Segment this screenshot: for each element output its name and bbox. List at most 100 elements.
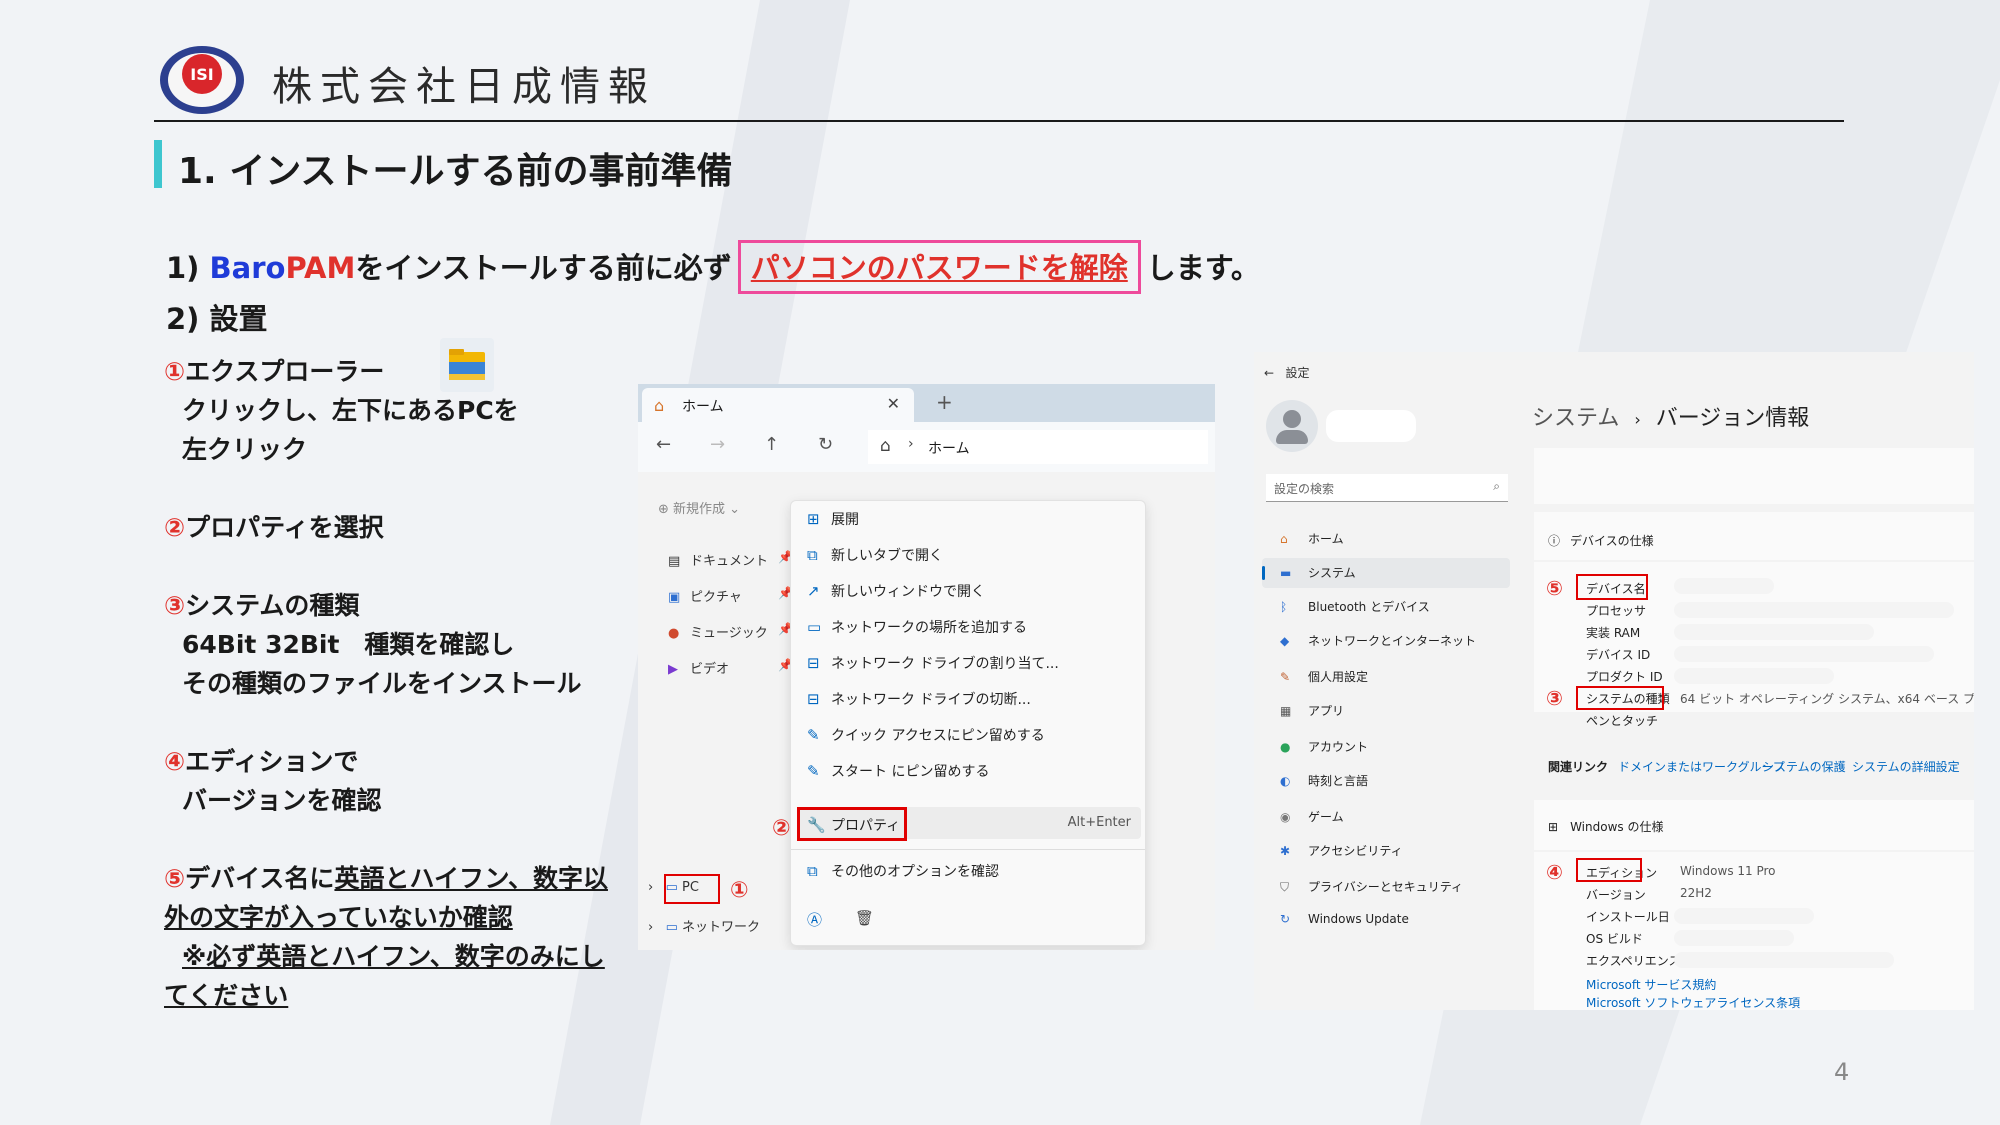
apps-icon: ▦: [1280, 704, 1292, 718]
back-arrow-icon[interactable]: ←: [656, 434, 671, 455]
menu-rename[interactable]: Ⓐ: [807, 909, 831, 930]
menu-new-tab[interactable]: ⧉ 新しいタブで開く: [807, 545, 943, 565]
nav-privacy[interactable]: ⛉ プライバシーとセキュリティ: [1280, 878, 1463, 895]
refresh-icon[interactable]: ↻: [818, 434, 833, 455]
label-ram: 実装 RAM: [1586, 626, 1641, 640]
nav-apps[interactable]: ▦ アプリ: [1280, 702, 1344, 719]
nav-pictures[interactable]: ▣ ピクチャ 📌: [668, 586, 793, 605]
wifi-icon: ◆: [1280, 634, 1290, 648]
nav-gaming[interactable]: ◉ ゲーム: [1280, 808, 1344, 825]
menu-new-window[interactable]: ↗ 新しいウィンドウで開く: [807, 581, 985, 601]
explorer-tabbar: ⌂ ホーム ✕ +: [638, 384, 1215, 422]
marker-5: ⑤: [1546, 576, 1563, 600]
new-window-icon: ↗: [807, 582, 820, 600]
nav-home[interactable]: ⌂ ホーム: [1280, 530, 1344, 547]
step4-num: ④: [164, 747, 186, 776]
settings-back[interactable]: ← 設定: [1264, 364, 1310, 381]
step1-num: ①: [164, 357, 186, 386]
pin-icon: ✎: [807, 762, 820, 780]
new-button[interactable]: 新規作成: [673, 502, 725, 517]
chevron-right-icon: ›: [908, 436, 914, 452]
explorer-screenshot: ⌂ ホーム ✕ + ← → ↑ ↻ ⌂ › ホーム ⊕ 新規作成 ⌄ ▤ ドキュメ…: [638, 384, 1215, 950]
redacted-value: [1674, 952, 1894, 968]
breadcrumb-system[interactable]: システム: [1532, 406, 1619, 431]
nav-network[interactable]: › ▭ ネットワーク: [648, 916, 760, 935]
trash-icon: 🗑: [855, 909, 875, 927]
nav-documents[interactable]: ▤ ドキュメント 📌: [668, 550, 793, 569]
more-options-icon: ⧉: [807, 862, 818, 880]
company-name: 株式会社日成情報: [272, 64, 656, 110]
step3-title: システムの種類: [185, 591, 360, 620]
device-banner-card: [1534, 448, 1974, 504]
menu-add-network[interactable]: ▭ ネットワークの場所を追加する: [807, 617, 1027, 637]
redacted-value: [1674, 578, 1774, 594]
value-edition: Windows 11 Pro: [1680, 864, 1776, 878]
close-icon[interactable]: ✕: [887, 394, 900, 413]
monitor-icon: ▭: [807, 618, 822, 636]
label-os-build: OS ビルド: [1586, 932, 1643, 946]
drive-disconnect-icon: ⊟: [807, 690, 820, 708]
properties-shortcut: Alt+Enter: [1067, 815, 1131, 830]
menu-pin-quick[interactable]: ✎ クイック アクセスにピン留めする: [807, 725, 1045, 745]
intro-num: 1): [166, 251, 210, 285]
nav-accounts[interactable]: ● アカウント: [1280, 738, 1368, 755]
address-bar[interactable]: ⌂ › ホーム: [868, 430, 1208, 464]
nav-music[interactable]: ● ミュージック 📌: [668, 622, 793, 641]
music-icon: ●: [668, 626, 680, 641]
label-processor: プロセッサ: [1586, 604, 1647, 618]
expand-icon: ⊞: [807, 510, 820, 528]
label-product-id: プロダクト ID: [1586, 670, 1663, 684]
link-ms-service[interactable]: Microsoft サービス規約: [1586, 976, 1716, 993]
intro-text2: します。: [1146, 251, 1260, 285]
svg-text:ISI: ISI: [190, 65, 213, 84]
context-menu: ⊞ 展開 ⧉ 新しいタブで開く ↗ 新しいウィンドウで開く ▭ ネットワークの場所を追加…: [790, 500, 1146, 946]
nav-bluetooth[interactable]: ᛒ Bluetooth とデバイス: [1280, 598, 1430, 615]
step5-a: デバイス名に: [185, 864, 335, 893]
link-advanced-settings[interactable]: システムの詳細設定: [1852, 758, 1960, 775]
explorer-tab-home[interactable]: ⌂ ホーム ✕: [642, 388, 914, 422]
avatar: [1266, 400, 1318, 452]
nav-windows-update[interactable]: ↻ Windows Update: [1280, 912, 1409, 926]
menu-more-options[interactable]: ⧉ その他のオプションを確認: [807, 861, 999, 881]
label-install-date: インストール日: [1586, 910, 1670, 924]
link-system-protection[interactable]: システムの保護: [1762, 758, 1846, 775]
section-title: 1. インストールする前の事前準備: [178, 151, 733, 192]
menu-delete[interactable]: 🗑: [855, 909, 879, 927]
forward-arrow-icon[interactable]: →: [710, 434, 725, 455]
step5-d: ※必ず英語とハイフン、数字のみにし: [182, 942, 605, 971]
explorer-navbar: ← → ↑ ↻ ⌂ › ホーム: [638, 422, 1215, 472]
label-pen-touch: ペンとタッチ: [1586, 714, 1659, 728]
new-tab-icon[interactable]: +: [936, 390, 953, 414]
up-arrow-icon[interactable]: ↑: [764, 434, 779, 455]
redacted-value: [1674, 668, 1834, 684]
nav-videos[interactable]: ▶ ビデオ 📌: [668, 658, 793, 677]
nav-accessibility[interactable]: ✱ アクセシビリティ: [1280, 842, 1403, 859]
nav-network[interactable]: ◆ ネットワークとインターネット: [1280, 632, 1476, 649]
menu-expand[interactable]: ⊞ 展開: [807, 509, 859, 529]
redacted-value: [1674, 646, 1934, 662]
windows-logo-icon: ⊞: [1548, 820, 1559, 834]
shield-icon: ⛉: [1280, 880, 1290, 894]
picture-icon: ▣: [668, 590, 681, 605]
account-icon: ●: [1280, 740, 1291, 754]
system-type-highlight-box: [1576, 686, 1664, 710]
link-ms-license[interactable]: Microsoft ソフトウェアライセンス条項: [1586, 994, 1800, 1010]
settings-search-input[interactable]: 設定の検索 ⌕: [1266, 474, 1508, 502]
nav-personalization[interactable]: ✎ 個人用設定: [1280, 668, 1368, 685]
menu-map-drive[interactable]: ⊟ ネットワーク ドライブの割り当て...: [807, 653, 1059, 673]
globe-icon: ◐: [1280, 774, 1291, 788]
nav-time-language[interactable]: ◐ 時刻と言語: [1280, 772, 1368, 789]
menu-pin-start[interactable]: ✎ スタート にピン留めする: [807, 761, 989, 781]
menu-disconnect[interactable]: ⊟ ネットワーク ドライブの切断...: [807, 689, 1031, 709]
plus-circle-icon: ⊕: [658, 502, 674, 517]
link-domain-workgroup[interactable]: ドメインまたはワークグループ: [1618, 758, 1785, 775]
device-name-highlight-box: [1576, 574, 1648, 600]
marker-3: ③: [1546, 686, 1563, 710]
step4-line2: バージョンを確認: [182, 786, 382, 815]
accessibility-icon: ✱: [1280, 844, 1291, 858]
document-icon: ▤: [668, 554, 681, 569]
page-number: 4: [1834, 1058, 1850, 1086]
pc-highlight-box: [664, 874, 720, 904]
step5-c: 外の文字が入っていないか確認: [164, 903, 513, 932]
nav-system[interactable]: ▬ システム: [1280, 564, 1356, 581]
